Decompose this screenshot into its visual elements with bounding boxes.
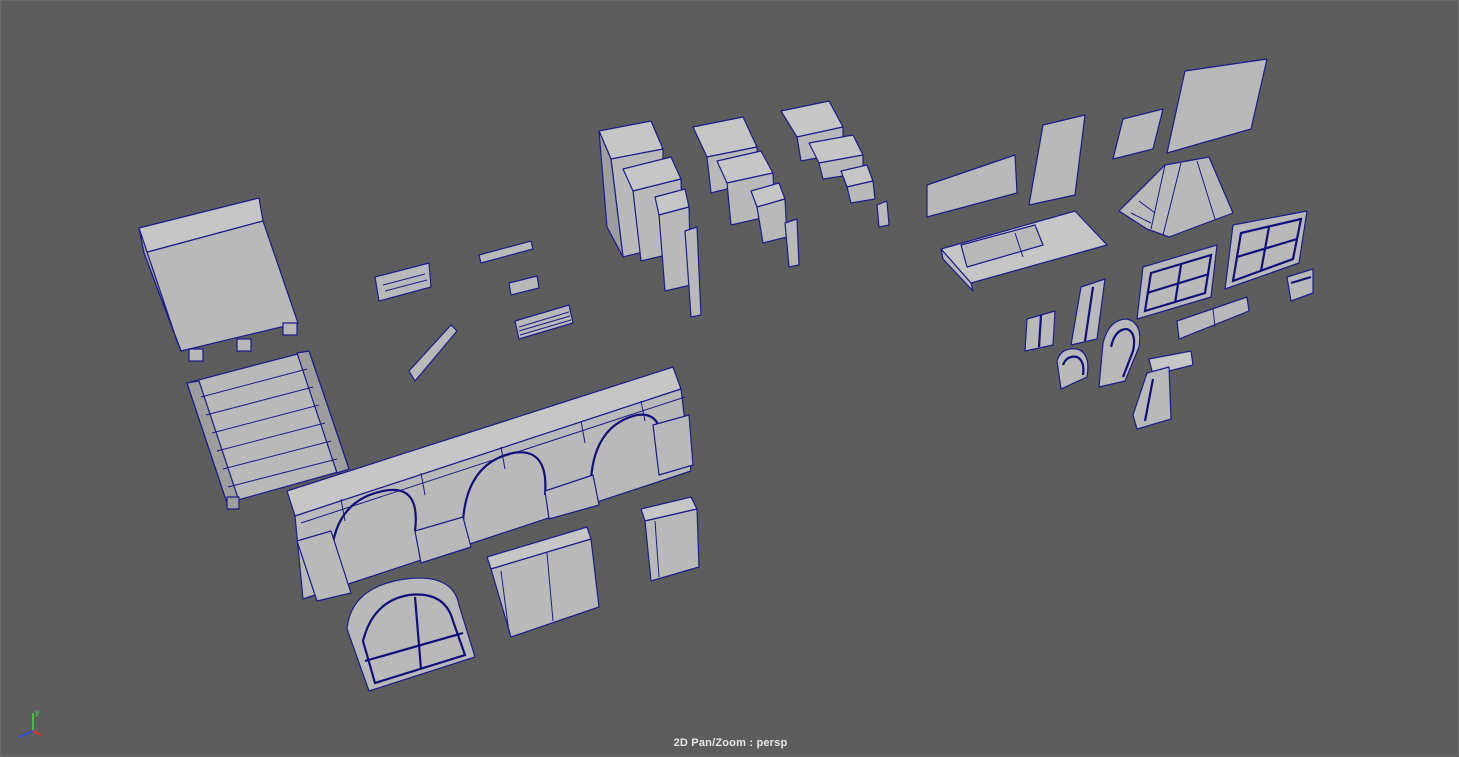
window-model-1[interactable] <box>1136 244 1218 320</box>
window-model-5[interactable] <box>1024 310 1056 352</box>
double-door-model[interactable] <box>486 526 600 638</box>
viewport-hud-label: 2D Pan/Zoom : persp <box>673 737 788 749</box>
panel-model-4[interactable] <box>1166 58 1268 154</box>
window-model-8[interactable] <box>1098 318 1141 388</box>
roof-wedge-model[interactable] <box>1118 156 1234 238</box>
x-axis-icon <box>32 730 42 736</box>
window-model-9[interactable] <box>1132 350 1194 430</box>
y-axis-label: y <box>35 708 40 717</box>
maya-perspective-viewport[interactable]: y 2D Pan/Zoom : persp <box>0 0 1459 756</box>
plank-model[interactable] <box>408 324 458 382</box>
tall-door-model[interactable] <box>640 496 700 582</box>
beam-model-1[interactable] <box>478 240 534 264</box>
panel-model-2[interactable] <box>1028 114 1086 206</box>
window-model-6[interactable] <box>1070 278 1106 346</box>
panel-model-3[interactable] <box>1112 108 1164 160</box>
panel-model-1[interactable] <box>926 154 1018 218</box>
block-set-3[interactable] <box>780 100 890 228</box>
arched-door-model[interactable] <box>346 577 476 692</box>
window-model-3[interactable] <box>1286 268 1314 302</box>
scene-geometry[interactable] <box>1 1 1459 757</box>
block-set-2[interactable] <box>692 116 800 268</box>
platform-model[interactable] <box>138 197 299 362</box>
axis-gizmo: y <box>18 708 42 738</box>
bench-model[interactable] <box>374 262 432 302</box>
beam-model-2[interactable] <box>508 275 540 296</box>
counter-model[interactable] <box>940 210 1108 292</box>
window-model-7[interactable] <box>1056 348 1089 390</box>
block-set-1[interactable] <box>598 120 702 318</box>
grate-model[interactable] <box>514 304 574 340</box>
